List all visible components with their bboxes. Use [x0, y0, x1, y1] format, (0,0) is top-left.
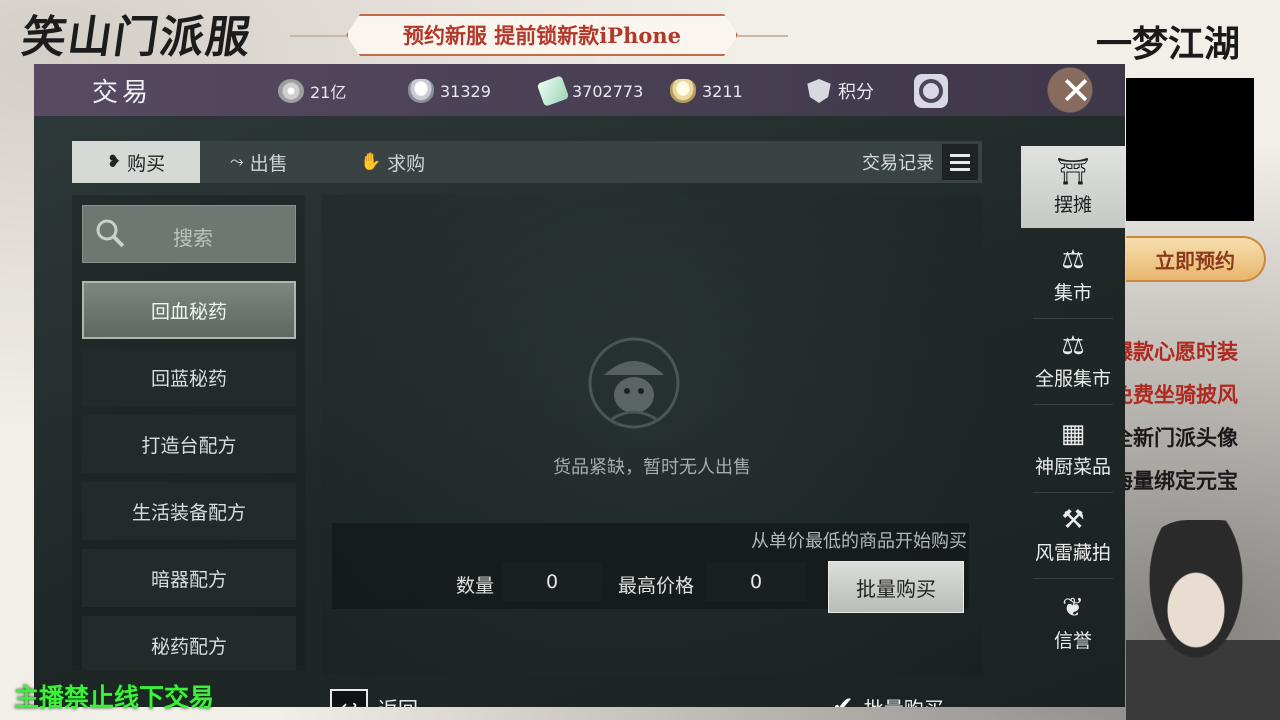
- batch-buy-panel: 从单价最低的商品开始购买 数量 0 最高价格 0 批量购买: [332, 523, 969, 613]
- side-item-auction[interactable]: ⚒ 风雷藏拍: [1021, 494, 1125, 576]
- webcam-placeholder: [1126, 78, 1254, 221]
- max-price-label: 最高价格: [618, 575, 695, 597]
- side-item-chef-dishes[interactable]: ▦ 神厨菜品: [1021, 408, 1125, 490]
- currency-value: 积分: [838, 82, 874, 103]
- buy-hint: 从单价最低的商品开始购买: [751, 531, 967, 552]
- divider: [1033, 492, 1113, 493]
- currency-value: 3211: [702, 81, 743, 101]
- category-item[interactable]: 秘药配方: [82, 616, 296, 670]
- category-panel: 搜索 回血秘药 回蓝秘药 打造台配方 生活装备配方 暗器配方 秘药配方: [72, 195, 305, 670]
- currency-silver: 31329: [408, 78, 491, 104]
- category-item[interactable]: 回血秘药: [82, 281, 296, 339]
- category-item[interactable]: 暗器配方: [82, 549, 296, 607]
- tab-buy[interactable]: ❥ 购买: [72, 141, 200, 183]
- silver-ingot-icon: [408, 79, 434, 103]
- promo-item: 全新门派头像: [1112, 425, 1238, 450]
- reserve-button[interactable]: 立即预约: [1126, 236, 1266, 282]
- sell-icon: ⤳: [230, 152, 244, 172]
- batch-buy-checkbox[interactable]: ✔ 批量购买: [832, 689, 944, 707]
- streamer-notice: 主播禁止线下交易: [14, 683, 215, 712]
- divider: [1033, 318, 1113, 319]
- coin-icon: [278, 79, 304, 103]
- title-bar: 交易 21亿 31329 3702773 3211 积分 ✕: [34, 64, 1125, 116]
- tab-sell[interactable]: ⤳ 出售: [230, 141, 288, 183]
- currency-gold: 3211: [670, 78, 743, 104]
- trade-record-label: 交易记录: [862, 153, 934, 174]
- side-item-market[interactable]: ⚖ 集市: [1021, 234, 1125, 316]
- currency-coin: 21亿: [278, 78, 346, 104]
- market-side-nav: ⛩ 摆摊 ⚖ 集市 ⚖ 全服集市 ▦ 神厨菜品 ⚒ 风雷藏拍 ❦ 信誉: [1021, 146, 1125, 686]
- currency-value: 21亿: [310, 83, 347, 102]
- tab-label: 购买: [127, 152, 166, 175]
- side-item-label: 神厨菜品: [1034, 455, 1111, 478]
- server-logo: 笑山门派服: [18, 12, 256, 63]
- tab-label: 出售: [249, 152, 288, 175]
- trade-record-button[interactable]: 交易记录: [862, 141, 978, 183]
- tab-request[interactable]: ✋ 求购: [360, 141, 425, 183]
- buy-icon: ❥: [106, 152, 122, 172]
- auction-hammer-icon: ⚒: [1061, 504, 1085, 535]
- divider: [1033, 404, 1113, 405]
- side-item-stall[interactable]: ⛩ 摆摊: [1021, 146, 1125, 228]
- search-input[interactable]: 搜索: [82, 205, 296, 263]
- scale-icon: ⚖: [1061, 244, 1085, 275]
- back-arrow-icon: ↩: [330, 689, 368, 707]
- window-title: 交易: [92, 78, 153, 108]
- quantity-field[interactable]: 0: [502, 563, 602, 601]
- back-button[interactable]: ↩ 返回: [330, 689, 418, 707]
- side-item-global-market[interactable]: ⚖ 全服集市: [1021, 320, 1125, 402]
- currency-value: 31329: [440, 81, 491, 101]
- category-item[interactable]: 打造台配方: [82, 415, 296, 473]
- gold-ingot-icon: [670, 79, 696, 103]
- search-icon: [96, 219, 125, 248]
- currency-jade: 3702773: [536, 75, 644, 107]
- side-item-label: 摆摊: [1053, 193, 1092, 216]
- request-icon: ✋: [360, 152, 382, 172]
- currency-value: 3702773: [572, 81, 644, 101]
- stall-icon: ⛩: [1056, 156, 1090, 187]
- banner-divider: [738, 35, 788, 37]
- jade-icon: [536, 75, 570, 107]
- batch-buy-toggle-label: 批量购买: [864, 693, 944, 708]
- trade-window: 交易 21亿 31329 3702773 3211 积分 ✕ ❥ 购买 ⤳ 出售…: [34, 64, 1125, 707]
- reputation-icon: ❦: [1062, 592, 1084, 623]
- listing-area: 货品紧缺，暂时无人出售 从单价最低的商品开始购买 数量 0 最高价格 0 批量购…: [322, 195, 982, 707]
- quantity-label: 数量: [456, 575, 495, 597]
- promo-item: 免费坐骑披风: [1112, 382, 1238, 407]
- list-icon: [942, 144, 978, 180]
- scale-icon: ⚖: [1061, 330, 1085, 361]
- search-placeholder: 搜索: [173, 226, 213, 250]
- shield-icon: [807, 79, 831, 103]
- close-icon: ✕: [1060, 69, 1092, 113]
- divider: [1033, 578, 1113, 579]
- empty-message: 货品紧缺，暂时无人出售: [553, 457, 751, 478]
- promo-item: 爆款心愿时装: [1112, 339, 1238, 364]
- promo-list: 爆款心愿时装 免费坐骑披风 全新门派头像 海量绑定元宝: [1112, 330, 1280, 502]
- settings-gear-icon[interactable]: [914, 74, 948, 108]
- close-button[interactable]: ✕: [1049, 68, 1103, 114]
- character-artwork: [1126, 520, 1280, 720]
- empty-mascot-icon: [588, 337, 680, 429]
- promo-banner: 预约新服 提前锁新款iPhone: [346, 14, 738, 56]
- promo-item: 海量绑定元宝: [1112, 468, 1238, 493]
- category-item[interactable]: 回蓝秘药: [82, 348, 296, 406]
- category-item[interactable]: 生活装备配方: [82, 482, 296, 540]
- trade-tabs: ❥ 购买 ⤳ 出售 ✋ 求购 交易记录: [72, 141, 982, 183]
- side-item-label: 全服集市: [1034, 367, 1111, 390]
- batch-buy-button[interactable]: 批量购买: [828, 561, 964, 613]
- banner-divider: [290, 35, 346, 37]
- shop-icon: ▦: [1060, 418, 1086, 449]
- side-item-label: 集市: [1053, 281, 1092, 304]
- side-item-label: 信誉: [1053, 629, 1092, 652]
- side-item-reputation[interactable]: ❦ 信誉: [1021, 582, 1125, 664]
- tab-label: 求购: [387, 152, 426, 175]
- checkmark-icon: ✔: [832, 692, 854, 707]
- currency-points: 积分: [806, 78, 874, 104]
- back-label: 返回: [378, 693, 418, 708]
- side-item-label: 风雷藏拍: [1034, 541, 1111, 564]
- max-price-field[interactable]: 0: [706, 563, 806, 601]
